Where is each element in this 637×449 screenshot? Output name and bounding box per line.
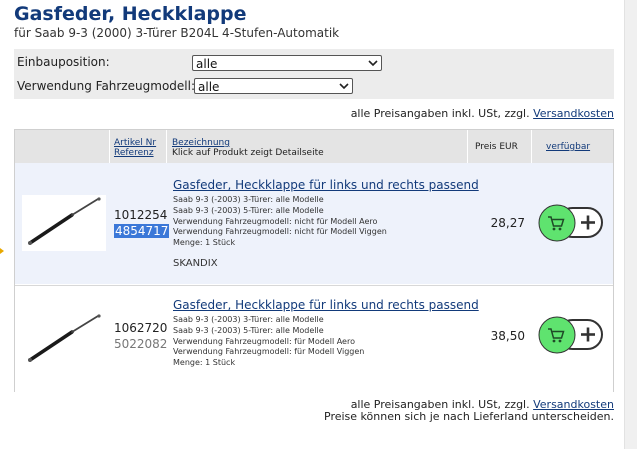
scrollbar[interactable] — [624, 0, 637, 449]
product-title-link[interactable]: Gasfeder, Heckklappe für links und recht… — [173, 178, 479, 192]
header-artikel-nr[interactable]: Artikel Nr — [114, 138, 156, 148]
referenz: 5022082 — [114, 337, 168, 351]
price: 38,50 — [490, 329, 525, 343]
brand-label: SKANDIX — [173, 258, 218, 269]
verwendung-label: Verwendung Fahrzeugmodell: — [17, 79, 195, 93]
product-image[interactable] — [22, 312, 106, 368]
header-preis: Preis EUR — [475, 142, 518, 152]
header-bezeichnung[interactable]: Bezeichnung — [172, 138, 230, 148]
price: 28,27 — [490, 216, 525, 230]
product-details: Saab 9-3 (-2003) 3-Türer: alle Modelle S… — [173, 195, 387, 248]
product-details: Saab 9-3 (-2003) 3-Türer: alle Modelle S… — [173, 315, 365, 368]
filter-panel: Einbauposition: alle Verwendung Fahrzeug… — [14, 49, 614, 99]
page-title: Gasfeder, Heckklappe — [14, 3, 247, 25]
table-row: 1062720 5022082 Gasfeder, Heckklappe für… — [15, 285, 613, 407]
lieferland-note: Preise können sich je nach Lieferland un… — [324, 410, 614, 423]
page-subtitle: für Saab 9-3 (2000) 3-Türer B204L 4-Stuf… — [14, 26, 340, 40]
price-note-bottom: alle Preisangaben inkl. USt, zzgl. Versa… — [324, 399, 614, 423]
header-verfuegbar[interactable]: verfügbar — [546, 142, 590, 152]
einbauposition-value: alle — [196, 57, 218, 71]
verwendung-select[interactable]: alle — [194, 78, 353, 94]
versandkosten-link[interactable]: Versandkosten — [533, 107, 614, 120]
shopping-cart-plus-icon — [538, 316, 603, 354]
product-title-link[interactable]: Gasfeder, Heckklappe für links und recht… — [173, 298, 479, 312]
einbauposition-select[interactable]: alle — [192, 55, 382, 71]
verwendung-value: alle — [198, 80, 220, 94]
chevron-down-icon — [339, 79, 349, 99]
header-referenz[interactable]: Referenz — [114, 148, 154, 158]
price-note-top: alle Preisangaben inkl. USt, zzgl. Versa… — [351, 107, 614, 120]
product-table: Artikel Nr Referenz Bezeichnung Klick au… — [14, 129, 614, 407]
add-to-cart-button[interactable] — [537, 203, 604, 243]
product-image[interactable] — [22, 195, 106, 251]
row-marker — [0, 248, 4, 254]
add-to-cart-button[interactable] — [537, 315, 604, 355]
artikel-nr: 1012254 — [114, 208, 168, 222]
referenz: 4854717 — [114, 224, 170, 238]
artikel-nr: 1062720 — [114, 321, 168, 335]
table-row: 1012254 4854717 Gasfeder, Heckklappe für… — [15, 163, 613, 284]
einbauposition-label: Einbauposition: — [17, 55, 110, 69]
table-header: Artikel Nr Referenz Bezeichnung Klick au… — [15, 130, 613, 163]
shopping-cart-plus-icon — [538, 204, 603, 242]
header-bezeichnung-hint: Klick auf Produkt zeigt Detailseite — [172, 148, 324, 158]
chevron-down-icon — [368, 56, 378, 76]
price-note-text: alle Preisangaben inkl. USt, zzgl. — [350, 107, 530, 120]
